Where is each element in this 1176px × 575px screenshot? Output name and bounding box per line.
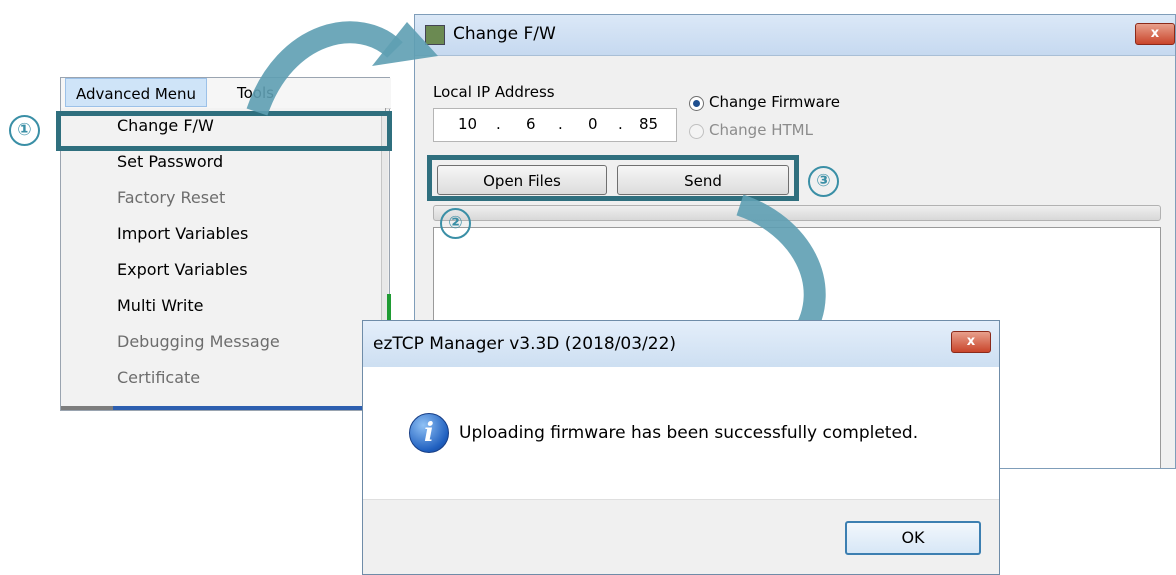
message-text: Uploading firmware has been successfully… (459, 423, 919, 443)
message-title: ezTCP Manager v3.3D (2018/03/22) (373, 334, 677, 354)
close-icon[interactable]: x (951, 331, 991, 353)
ok-button[interactable]: OK (845, 521, 981, 555)
message-titlebar: ezTCP Manager v3.3D (2018/03/22) x (363, 321, 999, 367)
arrow-to-fw-dialog (246, 21, 403, 116)
info-icon: i (409, 413, 449, 453)
arrow-to-message (736, 194, 826, 342)
message-dialog: ezTCP Manager v3.3D (2018/03/22) x i Upl… (362, 320, 1000, 575)
